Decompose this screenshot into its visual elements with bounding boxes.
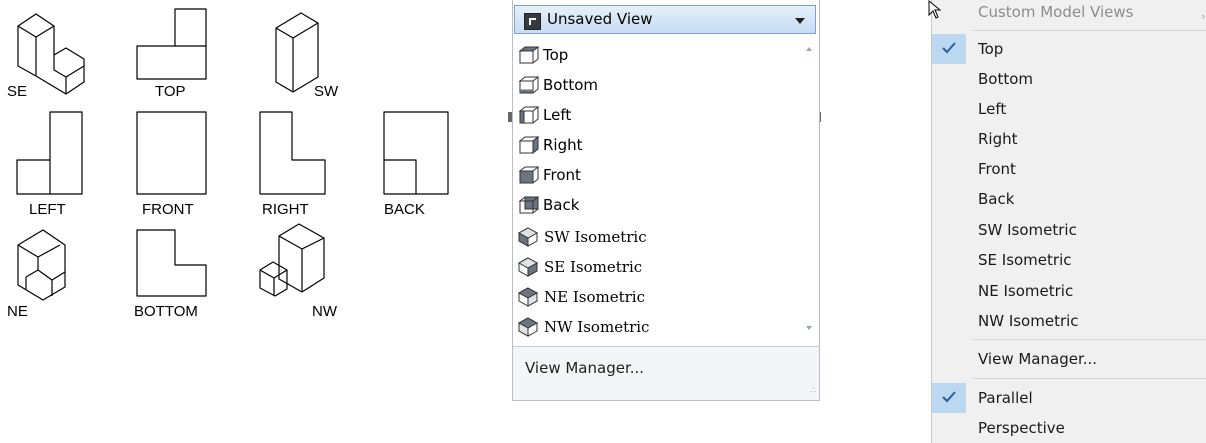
- dropdown-item-nw-isometric[interactable]: NW Isometric: [513, 312, 795, 342]
- menu-item-bottom[interactable]: Bottom: [932, 64, 1206, 94]
- menu-separator: [972, 339, 1206, 340]
- menu-item-parallel[interactable]: Parallel: [932, 383, 1206, 413]
- menu-separator: [972, 30, 1206, 31]
- ne-label: NE: [7, 303, 28, 320]
- menu-item-sw-isometric[interactable]: SW Isometric: [932, 215, 1206, 245]
- resize-grip-icon[interactable]: ∴: [810, 385, 816, 396]
- menu-item-label: NE Isometric: [978, 282, 1074, 300]
- view-manager-link[interactable]: View Manager...: [525, 359, 644, 377]
- nw-isometric-drawing: [259, 223, 325, 297]
- bottom-view-icon: [518, 76, 540, 94]
- left-view-icon: [518, 106, 540, 124]
- menu-item-perspective[interactable]: Perspective: [932, 413, 1206, 443]
- right-view-drawing: [259, 111, 326, 195]
- ne-isometric-drawing: [17, 229, 66, 301]
- dropdown-item-label: Bottom: [543, 76, 599, 94]
- dropdown-item-front[interactable]: Front: [513, 160, 795, 190]
- menu-item-label: SW Isometric: [978, 221, 1077, 239]
- menu-item-se-isometric[interactable]: SE Isometric: [932, 245, 1206, 275]
- view-orientations-diagram: SE TOP SW LEFT FRONT RIGHT BACK NE BOTTO…: [7, 8, 449, 320]
- se-isometric-drawing: [17, 13, 85, 95]
- view-dropdown: Unsaved View Top Bottom Left Right Front…: [512, 0, 820, 401]
- bottom-label: BOTTOM: [134, 303, 198, 320]
- dropdown-item-label: Front: [543, 166, 581, 184]
- se-label: SE: [7, 83, 27, 100]
- dropdown-item-se-isometric[interactable]: SE Isometric: [513, 252, 795, 282]
- scroll-down-icon[interactable]: [806, 326, 812, 330]
- submenu-arrow-icon: ›: [1201, 11, 1205, 22]
- top-view-icon: [518, 46, 540, 64]
- menu-item-right[interactable]: Right: [932, 124, 1206, 154]
- checkmark-icon: [932, 34, 966, 64]
- unsaved-view-icon: [524, 13, 541, 30]
- dropdown-item-right[interactable]: Right: [513, 130, 795, 160]
- menu-separator: [972, 378, 1206, 379]
- menu-item-view-manager[interactable]: View Manager...: [932, 344, 1206, 374]
- menu-header-label: Custom Model Views: [978, 3, 1134, 21]
- bottom-view-drawing: [136, 229, 207, 297]
- nw-isometric-icon: [518, 317, 539, 337]
- top-view-drawing: [136, 8, 207, 80]
- scroll-up-icon[interactable]: [806, 47, 812, 51]
- dropdown-item-label: SE Isometric: [544, 258, 643, 276]
- dropdown-item-label: Top: [543, 46, 569, 64]
- menu-item-left[interactable]: Left: [932, 94, 1206, 124]
- dropdown-scrollbar[interactable]: [801, 35, 819, 344]
- dropdown-item-back[interactable]: Back: [513, 190, 795, 220]
- dropdown-item-label: SW Isometric: [544, 228, 647, 246]
- custom-model-views-menu: Custom Model Views › Top Bottom Left Rig…: [931, 0, 1206, 443]
- menu-item-ne-isometric[interactable]: NE Isometric: [932, 276, 1206, 306]
- back-view-icon: [518, 196, 540, 214]
- sw-isometric-icon: [518, 227, 539, 247]
- right-label: RIGHT: [262, 201, 309, 218]
- menu-item-label: Bottom: [978, 70, 1034, 88]
- top-label: TOP: [155, 83, 186, 100]
- left-label: LEFT: [29, 201, 66, 218]
- menu-item-label: Top: [978, 40, 1004, 58]
- front-label: FRONT: [142, 201, 194, 218]
- sw-isometric-drawing: [275, 12, 319, 93]
- dropdown-item-bottom[interactable]: Bottom: [513, 70, 795, 100]
- menu-item-label: Front: [978, 160, 1016, 178]
- menu-item-top[interactable]: Top: [932, 34, 1206, 64]
- right-view-icon: [518, 135, 540, 155]
- menu-item-label: Left: [978, 100, 1007, 118]
- back-view-drawing: [383, 111, 449, 195]
- menu-item-label: Back: [978, 190, 1015, 208]
- left-view-drawing: [16, 111, 83, 195]
- dropdown-item-label: Back: [543, 196, 580, 214]
- menu-item-back[interactable]: Back: [932, 184, 1206, 214]
- menu-item-label: Parallel: [978, 389, 1033, 407]
- menu-header-custom-model-views: Custom Model Views ›: [932, 0, 1206, 30]
- se-isometric-icon: [518, 257, 539, 277]
- menu-item-label: Perspective: [978, 419, 1065, 437]
- sw-label: SW: [314, 83, 339, 100]
- selected-view-label: Unsaved View: [547, 10, 653, 28]
- dropdown-item-label: Left: [543, 106, 572, 124]
- menu-item-front[interactable]: Front: [932, 154, 1206, 184]
- view-dropdown-header[interactable]: Unsaved View: [514, 5, 816, 34]
- dropdown-item-label: NE Isometric: [544, 288, 645, 306]
- mouse-cursor-icon: [928, 0, 942, 19]
- dropdown-item-label: NW Isometric: [544, 318, 650, 336]
- menu-item-label: NW Isometric: [978, 312, 1079, 330]
- menu-item-label: Right: [978, 130, 1018, 148]
- checkmark-icon: [932, 383, 966, 413]
- dropdown-footer: View Manager... ∴: [513, 347, 819, 400]
- dropdown-item-ne-isometric[interactable]: NE Isometric: [513, 282, 795, 312]
- back-label: BACK: [384, 201, 425, 218]
- dropdown-item-label: Right: [543, 136, 583, 154]
- menu-item-label: View Manager...: [978, 350, 1098, 368]
- front-view-icon: [518, 166, 540, 184]
- dropdown-arrow-icon[interactable]: [795, 18, 805, 24]
- dropdown-item-top[interactable]: Top: [513, 40, 795, 70]
- ne-isometric-icon: [518, 287, 539, 307]
- nw-label: NW: [312, 303, 338, 320]
- menu-item-label: SE Isometric: [978, 251, 1072, 269]
- dropdown-item-left[interactable]: Left: [513, 100, 795, 130]
- menu-item-nw-isometric[interactable]: NW Isometric: [932, 306, 1206, 336]
- dropdown-item-sw-isometric[interactable]: SW Isometric: [513, 222, 795, 252]
- front-view-drawing: [136, 111, 207, 195]
